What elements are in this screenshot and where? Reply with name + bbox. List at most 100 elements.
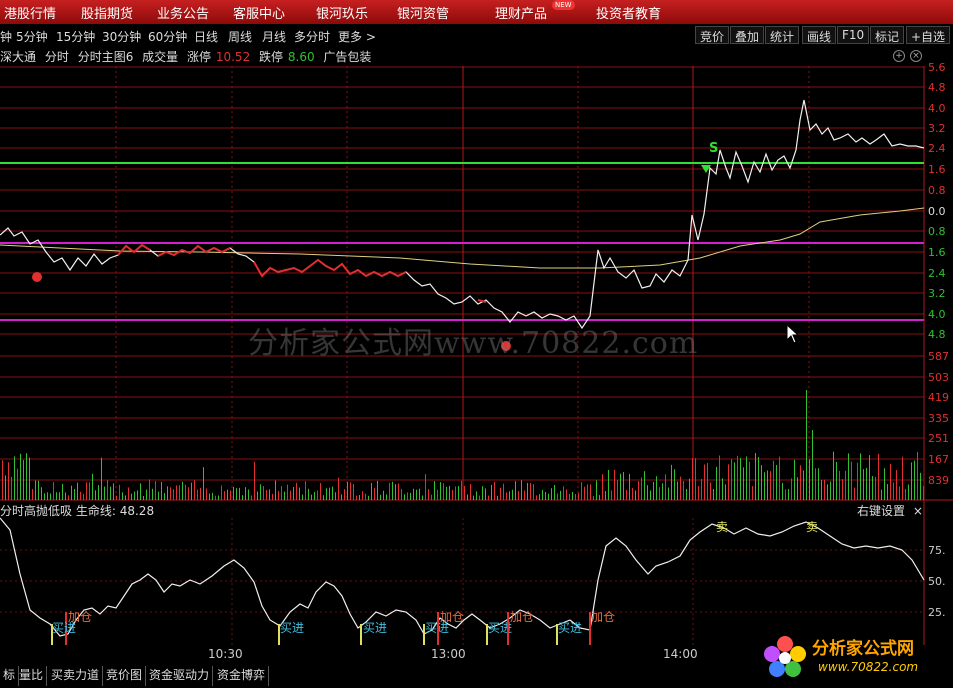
right-click-setting-hint[interactable]: 右键设置 xyxy=(857,504,905,518)
volume-tick: 335 xyxy=(928,412,949,425)
volume-bar xyxy=(104,486,105,500)
close-indicator-icon[interactable]: × xyxy=(913,504,923,518)
tab-volume-ratio[interactable]: 量比 xyxy=(16,666,48,686)
volume-bar xyxy=(899,486,900,500)
volume-bar xyxy=(71,485,72,500)
volume-bar xyxy=(485,488,486,500)
volume-bar xyxy=(458,486,459,500)
volume-bar xyxy=(221,485,222,500)
volume-bar xyxy=(884,468,885,500)
volume-bar xyxy=(839,470,840,500)
volume-bar xyxy=(302,494,303,500)
volume-bar xyxy=(239,487,240,500)
life-line-label: 生命线: xyxy=(75,504,116,518)
volume-bar xyxy=(431,494,432,500)
volume-bar xyxy=(833,451,834,500)
volume-bar xyxy=(563,486,564,500)
volume-bar xyxy=(140,483,141,500)
volume-bar xyxy=(245,487,246,500)
volume-bar xyxy=(533,484,534,500)
volume-bar xyxy=(689,478,690,500)
volume-bar xyxy=(881,489,882,500)
volume-bar xyxy=(65,492,66,500)
volume-bar xyxy=(731,459,732,500)
volume-bar xyxy=(434,481,435,500)
volume-bar xyxy=(470,484,471,500)
volume-bar xyxy=(791,478,792,500)
volume-bar xyxy=(482,486,483,500)
volume-bar xyxy=(20,453,21,500)
sell-signal: 卖 xyxy=(806,520,818,534)
volume-bar xyxy=(410,492,411,500)
volume-bar xyxy=(794,459,795,500)
volume-bar xyxy=(878,453,879,500)
volume-bar xyxy=(668,487,669,500)
price-tick: 3.2 xyxy=(928,287,946,300)
volume-bar xyxy=(707,462,708,500)
volume-bar xyxy=(86,482,87,500)
volume-bar xyxy=(692,457,693,500)
indicator-title[interactable]: 分时高抛低吸 xyxy=(0,504,72,518)
volume-bar xyxy=(80,491,81,500)
mouse-cursor-icon xyxy=(786,324,800,344)
volume-bar xyxy=(728,464,729,500)
volume-bar xyxy=(185,484,186,500)
volume-bar xyxy=(110,486,111,500)
time-label: 14:00 xyxy=(663,647,698,661)
volume-bar xyxy=(50,493,51,500)
volume-bar xyxy=(326,488,327,500)
volume-bar xyxy=(386,494,387,500)
logo-title: 分析家公式网 xyxy=(812,639,914,659)
volume-bar xyxy=(905,488,906,500)
volume-bar xyxy=(257,491,258,500)
tab-buy-sell-force[interactable]: 买卖力道 xyxy=(48,666,104,686)
volume-bar xyxy=(812,430,813,500)
volume-bar xyxy=(764,472,765,500)
volume-bar xyxy=(467,494,468,500)
price-tick: 0.8 xyxy=(928,184,946,197)
volume-bar xyxy=(449,485,450,500)
volume-bar xyxy=(350,482,351,500)
volume-bar xyxy=(461,480,462,500)
volume-bar xyxy=(575,494,576,500)
tab-fund-game[interactable]: 资金博弈 xyxy=(214,666,270,686)
volume-bar xyxy=(170,487,171,500)
volume-bar xyxy=(755,453,756,500)
indicator-settings: 右键设置 × xyxy=(857,502,923,519)
volume-bar xyxy=(452,489,453,500)
volume-bar xyxy=(200,487,201,500)
volume-bar xyxy=(371,482,372,500)
volume-bar xyxy=(776,465,777,500)
volume-bar xyxy=(803,470,804,500)
volume-bar xyxy=(893,482,894,500)
volume-bar xyxy=(683,481,684,500)
zoom-in-icon[interactable]: + xyxy=(893,50,905,62)
volume-tick: 839 xyxy=(928,474,949,487)
volume-bar xyxy=(368,495,369,500)
volume-bar xyxy=(146,489,147,500)
volume-bar xyxy=(305,481,306,500)
volume-bar xyxy=(269,489,270,500)
volume-bar xyxy=(212,492,213,500)
flower-logo-icon xyxy=(764,636,806,677)
volume-bar xyxy=(155,481,156,500)
volume-bar xyxy=(521,480,522,500)
volume-bar xyxy=(887,484,888,500)
volume-bar xyxy=(770,471,771,500)
volume-bar xyxy=(251,495,252,500)
volume-bar xyxy=(290,490,291,500)
volume-bar xyxy=(236,488,237,500)
volume-bar xyxy=(500,487,501,500)
volume-bar xyxy=(197,489,198,500)
close-chart-icon[interactable]: × xyxy=(910,50,922,62)
logo-url: www.70822.com xyxy=(818,660,919,674)
volume-bar xyxy=(506,492,507,500)
tab-fund-driving-force[interactable]: 资金驱动力 xyxy=(146,666,214,686)
volume-bar xyxy=(587,484,588,500)
volume-bar xyxy=(773,460,774,500)
volume-grid xyxy=(0,376,924,481)
tab-bidding-chart[interactable]: 竞价图 xyxy=(103,666,147,686)
volume-bar xyxy=(206,488,207,500)
volume-bar xyxy=(653,482,654,500)
volume-bar xyxy=(854,487,855,500)
